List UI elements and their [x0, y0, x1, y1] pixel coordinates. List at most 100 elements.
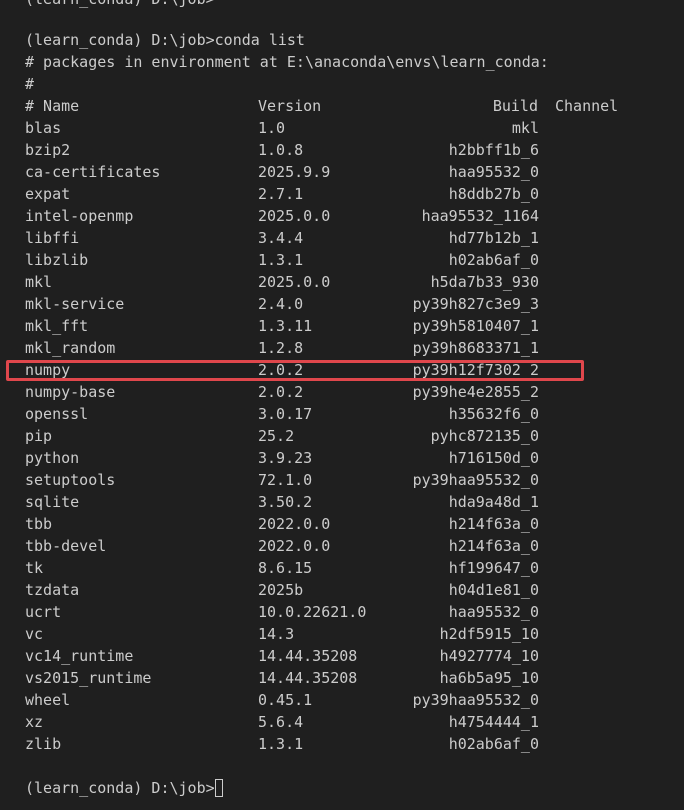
package-build: mkl	[511, 119, 539, 137]
package-version: 1.3.11	[258, 317, 313, 335]
package-version: 3.50.2	[258, 493, 313, 511]
package-name: numpy	[25, 361, 71, 379]
package-name: mkl-service	[25, 295, 125, 313]
package-version: 1.3.1	[258, 735, 304, 753]
package-version: 2.0.2	[258, 383, 304, 401]
table-row: tzdata 2025b h04d1e81_0	[0, 579, 684, 601]
package-build: hda9a48d_1	[448, 493, 539, 511]
header-build: Build	[492, 97, 538, 115]
package-version: 8.6.15	[258, 559, 313, 577]
previous-prompt-line: (learn_conda) D:\job>	[25, 0, 215, 10]
package-name: bzip2	[25, 141, 71, 159]
package-name: mkl	[25, 273, 53, 291]
package-version: 2.0.2	[258, 361, 304, 379]
package-version: 14.3	[258, 625, 295, 643]
hash-line: #	[25, 75, 35, 93]
table-row: mkl 2025.0.0 h5da7b33_930	[0, 271, 684, 293]
table-header: # Name Version Build Channel	[0, 95, 684, 117]
table-row: tbb 2022.0.0 h214f63a_0	[0, 513, 684, 535]
table-row: setuptools 72.1.0 py39haa95532_0	[0, 469, 684, 491]
table-row: mkl_fft 1.3.11 py39h5810407_1	[0, 315, 684, 337]
package-build: haa95532_0	[448, 163, 539, 181]
package-name: pip	[25, 427, 53, 445]
package-build: h02ab6af_0	[448, 735, 539, 753]
package-build: py39h8683371_1	[412, 339, 539, 357]
package-version: 1.0	[258, 119, 286, 137]
package-version: 3.4.4	[258, 229, 304, 247]
package-build: hd77b12b_1	[448, 229, 539, 247]
package-version: 0.45.1	[258, 691, 313, 709]
package-version: 2025.0.0	[258, 207, 331, 225]
package-name: xz	[25, 713, 44, 731]
table-row: ucrt 10.0.22621.0 haa95532_0	[0, 601, 684, 623]
header-name: # Name	[25, 97, 80, 115]
package-build: h8ddb27b_0	[448, 185, 539, 203]
table-row: bzip2 1.0.8 h2bbff1b_6	[0, 139, 684, 161]
table-row: tk 8.6.15 hf199647_0	[0, 557, 684, 579]
package-version: 2.7.1	[258, 185, 304, 203]
package-build: h2df5915_10	[439, 625, 539, 643]
package-version: 10.0.22621.0	[258, 603, 367, 621]
env-comment: # packages in environment at E:\anaconda…	[25, 53, 549, 71]
package-version: 2025b	[258, 581, 304, 599]
package-name: libzlib	[25, 251, 89, 269]
table-row: python 3.9.23 h716150d_0	[0, 447, 684, 469]
table-row: expat 2.7.1 h8ddb27b_0	[0, 183, 684, 205]
package-name: setuptools	[25, 471, 116, 489]
package-version: 2022.0.0	[258, 537, 331, 555]
package-build: h214f63a_0	[448, 537, 539, 555]
package-version: 2025.0.0	[258, 273, 331, 291]
package-version: 14.44.35208	[258, 647, 358, 665]
table-row: openssl 3.0.17 h35632f6_0	[0, 403, 684, 425]
table-row: xz 5.6.4 h4754444_1	[0, 711, 684, 733]
table-row: numpy 2.0.2 py39h12f7302_2	[0, 359, 684, 381]
package-name: expat	[25, 185, 71, 203]
package-version: 25.2	[258, 427, 295, 445]
table-row: ca-certificates 2025.9.9 haa95532_0	[0, 161, 684, 183]
terminal-output[interactable]: (learn_conda) D:\job> (learn_conda) D:\j…	[0, 0, 684, 810]
table-row: numpy-base 2.0.2 py39he4e2855_2	[0, 381, 684, 403]
package-version: 3.9.23	[258, 449, 313, 467]
table-row: mkl_random 1.2.8 py39h8683371_1	[0, 337, 684, 359]
table-row: wheel 0.45.1 py39haa95532_0	[0, 689, 684, 711]
package-name: tzdata	[25, 581, 80, 599]
package-name: zlib	[25, 735, 62, 753]
package-version: 1.2.8	[258, 339, 304, 357]
package-build: h04d1e81_0	[448, 581, 539, 599]
package-build: h2bbff1b_6	[448, 141, 539, 159]
package-name: intel-openmp	[25, 207, 134, 225]
table-row: tbb-devel 2022.0.0 h214f63a_0	[0, 535, 684, 557]
command-line: (learn_conda) D:\job>conda list	[25, 31, 305, 49]
package-build: h716150d_0	[448, 449, 539, 467]
package-name: tbb-devel	[25, 537, 107, 555]
text-cursor	[214, 779, 223, 797]
package-version: 5.6.4	[258, 713, 304, 731]
final-prompt: (learn_conda) D:\job>	[25, 779, 215, 797]
package-name: tk	[25, 559, 44, 577]
package-build: h5da7b33_930	[430, 273, 539, 291]
table-row: libffi 3.4.4 hd77b12b_1	[0, 227, 684, 249]
package-build: py39h827c3e9_3	[412, 295, 539, 313]
package-name: blas	[25, 119, 62, 137]
package-name: tbb	[25, 515, 53, 533]
table-row: vc 14.3 h2df5915_10	[0, 623, 684, 645]
final-prompt-line[interactable]: (learn_conda) D:\job>	[25, 777, 223, 799]
package-build: py39he4e2855_2	[412, 383, 539, 401]
table-row: zlib 1.3.1 h02ab6af_0	[0, 733, 684, 755]
package-build: py39h5810407_1	[412, 317, 539, 335]
table-row: vc14_runtime 14.44.35208 h4927774_10	[0, 645, 684, 667]
package-name: mkl_random	[25, 339, 116, 357]
table-row: pip 25.2 pyhc872135_0	[0, 425, 684, 447]
package-build: haa95532_0	[448, 603, 539, 621]
table-row: mkl-service 2.4.0 py39h827c3e9_3	[0, 293, 684, 315]
package-name: libffi	[25, 229, 80, 247]
package-build: h214f63a_0	[448, 515, 539, 533]
package-version: 3.0.17	[258, 405, 313, 423]
package-version: 2025.9.9	[258, 163, 331, 181]
package-version: 1.0.8	[258, 141, 304, 159]
package-version: 72.1.0	[258, 471, 313, 489]
table-row: libzlib 1.3.1 h02ab6af_0	[0, 249, 684, 271]
package-build: h02ab6af_0	[448, 251, 539, 269]
package-name: vs2015_runtime	[25, 669, 152, 687]
package-name: python	[25, 449, 80, 467]
